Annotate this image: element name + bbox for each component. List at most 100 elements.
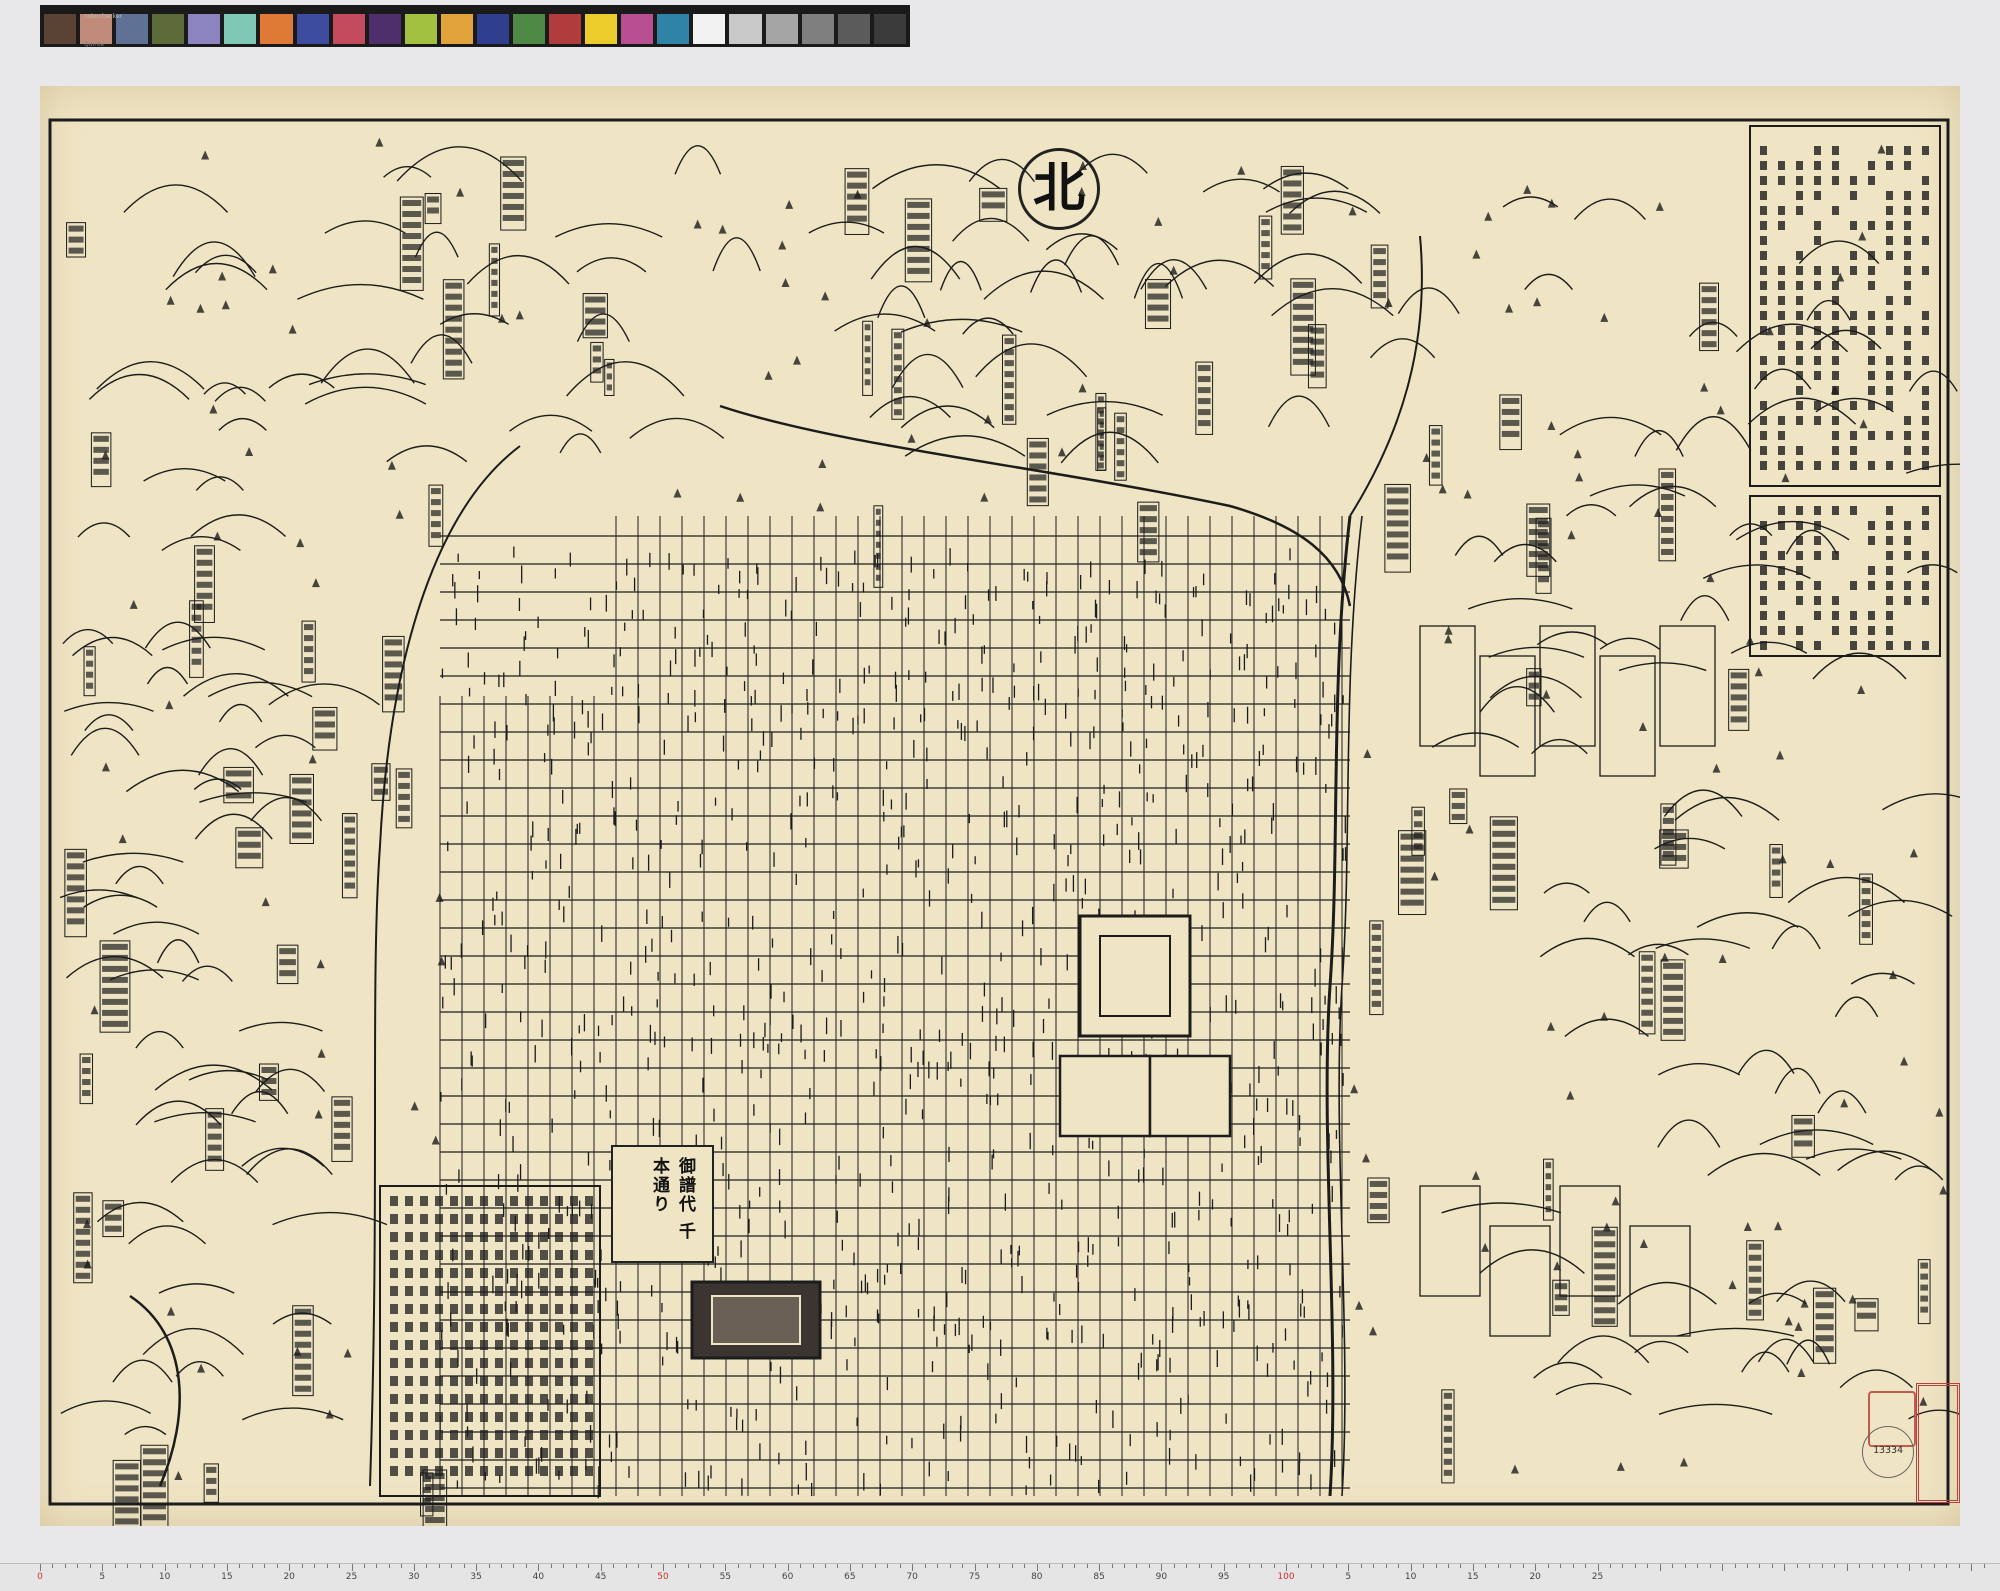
place-label-glyph	[1451, 813, 1465, 820]
tree-symbol	[1363, 748, 1372, 758]
tree-symbol	[1471, 1170, 1480, 1180]
legend-glyph	[1760, 566, 1767, 575]
place-label-glyph	[1004, 404, 1014, 411]
place-label-glyph	[292, 788, 312, 795]
ruler-tick	[1099, 1564, 1101, 1571]
mountain-ridge	[1771, 925, 1821, 950]
index-glyph	[495, 1214, 503, 1224]
place-label-glyph	[344, 871, 356, 878]
place-label-glyph	[1492, 863, 1516, 870]
index-glyph	[480, 1232, 488, 1242]
color-swatch	[44, 14, 77, 44]
ruler-tick	[513, 1564, 515, 1568]
mountain-ridge	[1839, 1369, 1913, 1389]
ruler-tick	[1684, 1564, 1686, 1568]
place-label-glyph	[893, 398, 902, 405]
index-glyph	[525, 1376, 533, 1386]
place-label-glyph	[1554, 1283, 1568, 1290]
place-label-glyph	[1861, 910, 1871, 917]
legend-glyph	[1814, 536, 1821, 545]
legend-glyph	[1850, 266, 1857, 275]
ruler-tick	[949, 1564, 951, 1568]
ruler-tick-label: 80	[1031, 1572, 1043, 1582]
place-label-glyph	[1004, 382, 1014, 389]
index-glyph	[555, 1232, 563, 1242]
mountain-ridge	[1774, 1067, 1821, 1094]
place-label-glyph	[1554, 1294, 1568, 1301]
place-label-glyph	[1431, 439, 1440, 446]
color-calibration-card: colorchecker Quinte	[40, 5, 910, 48]
index-glyph	[390, 1448, 398, 1458]
tree-symbol	[343, 1348, 352, 1358]
index-glyph	[435, 1286, 443, 1296]
place-label-glyph	[206, 1466, 217, 1473]
place-label-glyph	[1139, 538, 1157, 545]
ruler-tick	[538, 1564, 540, 1571]
place-label-glyph	[606, 384, 612, 391]
ruler-tick	[1821, 1564, 1823, 1568]
tree-symbol	[209, 404, 218, 414]
legend-glyph	[1868, 221, 1875, 230]
tree-symbol	[293, 1346, 302, 1356]
index-glyph	[510, 1304, 518, 1314]
tree-symbol	[1078, 383, 1087, 393]
ruler-tick	[1859, 1564, 1861, 1568]
place-label-glyph	[1793, 1118, 1813, 1125]
place-label-glyph	[907, 256, 930, 263]
place-label-glyph	[75, 1239, 91, 1246]
place-label-glyph	[1663, 984, 1684, 991]
index-glyph	[495, 1268, 503, 1278]
mountain-ridge	[1696, 912, 1799, 928]
legend-glyph	[1904, 416, 1911, 425]
index-glyph	[555, 1358, 563, 1368]
tree-symbol	[375, 137, 384, 147]
mountain-ridge	[576, 257, 647, 273]
ruler-tick-label: 25	[345, 1572, 358, 1582]
ruler-tick	[849, 1564, 851, 1571]
legend-glyph	[1814, 596, 1821, 605]
place-label-glyph	[102, 1020, 128, 1027]
index-glyph	[585, 1376, 593, 1386]
place-label-glyph	[86, 671, 94, 678]
place-label-glyph	[1815, 1346, 1834, 1353]
place-label-glyph	[1386, 498, 1409, 505]
place-label-glyph	[1261, 219, 1270, 226]
place-label-glyph	[1116, 438, 1125, 445]
index-glyph	[390, 1466, 398, 1476]
place-label-glyph	[1492, 819, 1516, 826]
place-label-glyph	[1641, 1020, 1653, 1027]
index-glyph	[420, 1232, 428, 1242]
legend-glyph	[1832, 296, 1839, 305]
tree-symbol	[288, 324, 297, 334]
color-swatch	[657, 14, 690, 44]
card-label: colorchecker	[84, 13, 123, 20]
place-label-box	[1114, 412, 1127, 481]
place-label-glyph	[66, 907, 85, 914]
legend-glyph	[1886, 311, 1893, 320]
legend-glyph	[1778, 416, 1785, 425]
place-label-glyph	[196, 581, 213, 588]
index-glyph	[390, 1268, 398, 1278]
ruler-tick	[1771, 1564, 1773, 1568]
index-glyph	[510, 1394, 518, 1404]
place-label-glyph	[86, 660, 94, 667]
index-glyph	[465, 1412, 473, 1422]
index-glyph	[465, 1322, 473, 1332]
place-label-glyph	[864, 357, 871, 364]
legend-glyph	[1796, 356, 1803, 365]
tree-symbol	[1465, 824, 1474, 834]
ruler-tick	[1111, 1564, 1113, 1568]
legend-glyph	[1922, 461, 1929, 470]
ruler-tick	[899, 1564, 901, 1568]
legend-glyph	[1760, 191, 1767, 200]
index-glyph	[465, 1196, 473, 1206]
legend-glyph	[1814, 521, 1821, 530]
index-glyph	[405, 1358, 413, 1368]
place-label-glyph	[142, 1503, 166, 1510]
place-label-glyph	[592, 345, 602, 352]
legend-glyph	[1778, 506, 1785, 515]
ruler-tick	[737, 1564, 739, 1568]
nijo-castle-inner	[711, 1295, 801, 1345]
place-label-glyph	[1443, 1414, 1453, 1421]
legend-glyph	[1922, 416, 1929, 425]
